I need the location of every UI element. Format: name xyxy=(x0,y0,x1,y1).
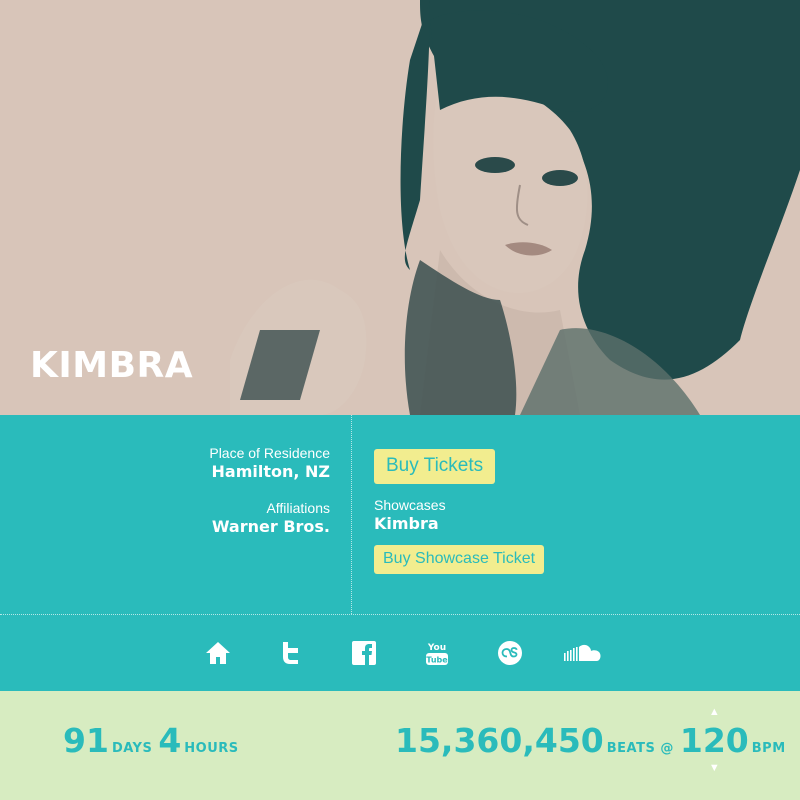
countdown: 91 DAYS 4 HOURS xyxy=(63,721,245,760)
hours-value: 4 xyxy=(158,721,182,760)
lastfm-link[interactable] xyxy=(473,633,546,673)
showcases-label: Showcases xyxy=(374,497,446,513)
soundcloud-icon xyxy=(563,644,600,661)
residence-label: Place of Residence xyxy=(209,445,330,461)
twitter-link[interactable] xyxy=(254,633,327,673)
twitter-icon xyxy=(282,642,298,664)
artist-info: Place of Residence Hamilton, NZ Affiliat… xyxy=(0,415,800,615)
facebook-icon xyxy=(351,641,376,665)
artist-hero: KIMBRA xyxy=(0,0,800,415)
youtube-link[interactable]: You Tube xyxy=(400,633,473,673)
ticket-panel: Buy Tickets Showcases Kimbra Buy Showcas… xyxy=(374,449,545,574)
showcases-group: Showcases Kimbra xyxy=(374,497,544,534)
home-icon xyxy=(205,642,230,664)
bpm-up-arrow-icon[interactable]: ▲ xyxy=(709,707,720,718)
showcases-value: Kimbra xyxy=(374,514,439,533)
soundcloud-link[interactable] xyxy=(546,633,619,673)
residence-group: Place of Residence Hamilton, NZ xyxy=(209,445,330,482)
lastfm-icon xyxy=(497,641,522,665)
countdown-footer: 91 DAYS 4 HOURS 15,360,450 BEATS @ ▲ 120 ▼ BPM xyxy=(0,691,800,800)
beats-value: 15,360,450 xyxy=(395,721,604,760)
bpm-down-arrow-icon[interactable]: ▼ xyxy=(709,763,720,774)
buy-showcase-ticket-button[interactable]: Buy Showcase Ticket xyxy=(374,545,545,574)
affiliations-group: Affiliations Warner Bros. xyxy=(209,500,330,537)
beats-counter: 15,360,450 BEATS @ ▲ 120 ▼ BPM xyxy=(395,707,792,774)
svg-text:You: You xyxy=(426,643,445,653)
affiliations-value: Warner Bros. xyxy=(211,517,330,536)
svg-text:Tube: Tube xyxy=(426,656,448,665)
affiliations-label: Affiliations xyxy=(266,500,330,516)
bpm-value: 120 xyxy=(679,721,749,760)
artist-name: KIMBRA xyxy=(30,345,194,386)
social-links: You Tube xyxy=(0,615,800,691)
hours-label: HOURS xyxy=(184,741,239,756)
bpm-label: BPM xyxy=(751,741,786,756)
residence-value: Hamilton, NZ xyxy=(211,462,331,481)
home-link[interactable] xyxy=(181,633,254,673)
facebook-link[interactable] xyxy=(327,633,400,673)
youtube-icon: You Tube xyxy=(425,643,448,665)
buy-tickets-button[interactable]: Buy Tickets xyxy=(374,449,496,484)
artist-details: Place of Residence Hamilton, NZ Affiliat… xyxy=(209,445,330,555)
bpm-stepper[interactable]: ▲ 120 ▼ xyxy=(679,707,749,774)
days-label: DAYS xyxy=(111,741,153,756)
info-divider xyxy=(351,415,352,614)
days-value: 91 xyxy=(63,721,109,760)
beats-label: BEATS @ xyxy=(606,741,674,756)
